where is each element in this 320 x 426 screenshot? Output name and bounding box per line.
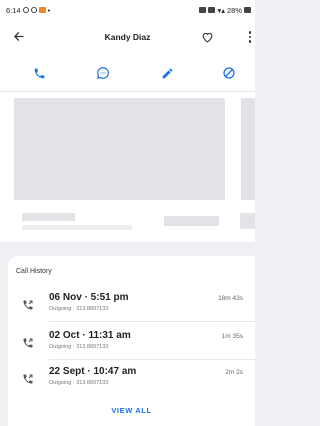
placeholder-text-line	[22, 225, 132, 230]
app-bar: Kandy Diaz	[0, 20, 255, 54]
call-duration: 1m 35s	[221, 333, 243, 340]
media-placeholder-image	[241, 98, 255, 200]
block-icon[interactable]	[216, 60, 242, 86]
call-history-row[interactable]: 22 Sept · 10:47 am Outgoing · 313 889713…	[8, 365, 255, 397]
notification-icon	[38, 7, 46, 13]
status-time: 6:14	[6, 5, 21, 15]
row-divider	[49, 321, 255, 322]
row-divider	[49, 359, 255, 360]
battery-icon	[244, 7, 251, 13]
media-placeholder-image	[14, 98, 225, 200]
placeholder-block	[240, 213, 255, 229]
view-all-button[interactable]: VIEW ALL	[8, 406, 255, 415]
more-notifications-icon: •	[47, 5, 51, 15]
call-history-row[interactable]: 02 Oct · 11:31 am Outgoing · 313 8897133…	[8, 329, 255, 361]
status-icon	[199, 7, 207, 13]
status-bar: 6:14 • ▾▴ 28%	[0, 0, 255, 20]
call-history-row[interactable]: 06 Nov · 5:51 pm Outgoing · 313 8897133 …	[8, 291, 255, 323]
notification-icon	[30, 7, 37, 13]
call-detail: Outgoing · 313 8897133	[49, 306, 109, 312]
action-bar	[0, 54, 255, 92]
outgoing-call-icon	[23, 374, 33, 384]
call-date: 22 Sept · 10:47 am	[49, 366, 137, 377]
call-duration: 2m 2s	[225, 369, 243, 376]
battery-percent: 28%	[226, 5, 242, 15]
call-duration: 18m 43s	[218, 295, 243, 302]
message-icon[interactable]	[90, 60, 116, 86]
call-date: 02 Oct · 11:31 am	[49, 330, 131, 341]
status-icon	[208, 7, 216, 13]
heart-outline-icon[interactable]	[196, 26, 218, 48]
placeholder-text-line	[22, 213, 75, 221]
call-detail: Outgoing · 313 8897133	[49, 380, 109, 386]
status-right: ▾▴ 28%	[199, 6, 251, 15]
call-detail: Outgoing · 313 8897133	[49, 344, 109, 350]
status-left: 6:14 •	[6, 6, 50, 15]
outgoing-call-icon	[23, 300, 33, 310]
media-placeholder-area	[0, 92, 255, 242]
outgoing-call-icon	[23, 338, 33, 348]
phone-icon[interactable]	[26, 60, 52, 86]
signal-icon: ▾▴	[217, 5, 225, 15]
notification-icon	[22, 7, 29, 13]
edit-pencil-icon[interactable]	[154, 60, 180, 86]
more-vert-icon[interactable]	[244, 26, 256, 48]
placeholder-text-line	[164, 216, 219, 226]
call-history-card: Call History 06 Nov · 5:51 pm Outgoing ·…	[8, 256, 255, 426]
call-date: 06 Nov · 5:51 pm	[49, 292, 129, 303]
call-history-title: Call History	[16, 268, 52, 275]
